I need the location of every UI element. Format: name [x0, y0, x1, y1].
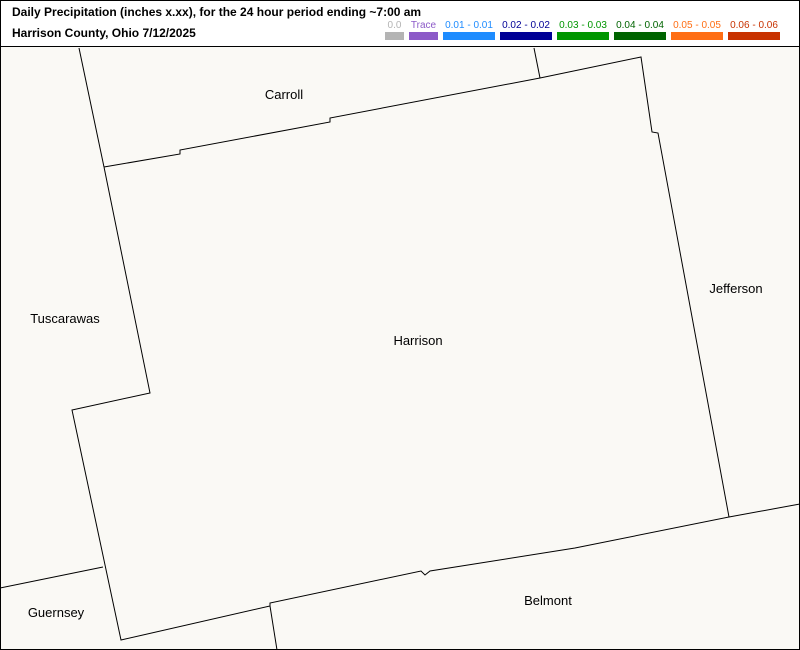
county-label-jefferson: Jefferson [709, 281, 762, 296]
legend-item-2: 0.01 - 0.01 [443, 20, 495, 40]
county-label-harrison: Harrison [393, 333, 442, 348]
legend-item-0: 0.0 [385, 20, 404, 40]
harrison-boundary [71, 56, 730, 641]
county-label-tuscarawas: Tuscarawas [30, 311, 100, 326]
jefferson-belmont-boundary [728, 503, 800, 518]
carroll-east-boundary [533, 47, 541, 79]
county-label-belmont: Belmont [524, 593, 572, 608]
guernsey-belmont-boundary [269, 605, 278, 650]
county-labels: Carroll Tuscarawas Harrison Jefferson Gu… [28, 87, 763, 620]
legend-swatch [671, 32, 723, 40]
legend-item-4: 0.03 - 0.03 [557, 20, 609, 40]
county-label-guernsey: Guernsey [28, 605, 85, 620]
legend-item-7: 0.06 - 0.06 [728, 20, 780, 40]
legend-label: 0.04 - 0.04 [616, 20, 664, 31]
county-map[interactable]: Carroll Tuscarawas Harrison Jefferson Gu… [0, 47, 800, 650]
legend-swatch [728, 32, 780, 40]
carroll-west-boundary [78, 47, 105, 168]
legend-item-6: 0.05 - 0.05 [671, 20, 723, 40]
county-label-carroll: Carroll [265, 87, 303, 102]
legend-swatch [614, 32, 666, 40]
map-subtitle: Harrison County, Ohio 7/12/2025 [12, 26, 196, 40]
boundary-lines [0, 47, 800, 650]
legend-label: 0.05 - 0.05 [673, 20, 721, 31]
legend-swatch [409, 32, 438, 40]
legend-label: 0.01 - 0.01 [445, 20, 493, 31]
county-boundaries: Carroll Tuscarawas Harrison Jefferson Gu… [0, 47, 800, 650]
legend-item-1: Trace [409, 20, 438, 40]
legend-label: 0.0 [387, 20, 402, 31]
legend-item-3: 0.02 - 0.02 [500, 20, 552, 40]
legend-label: 0.02 - 0.02 [502, 20, 550, 31]
map-header: Daily Precipitation (inches x.xx), for t… [0, 0, 800, 47]
legend-swatch [557, 32, 609, 40]
legend-label: 0.06 - 0.06 [730, 20, 778, 31]
legend-item-5: 0.04 - 0.04 [614, 20, 666, 40]
map-title: Daily Precipitation (inches x.xx), for t… [12, 5, 422, 19]
legend-swatch [443, 32, 495, 40]
legend-swatch [500, 32, 552, 40]
legend-label: Trace [410, 20, 437, 31]
legend-swatch [385, 32, 404, 40]
legend-label: 0.03 - 0.03 [559, 20, 607, 31]
guernsey-tuscarawas-boundary [0, 566, 104, 589]
